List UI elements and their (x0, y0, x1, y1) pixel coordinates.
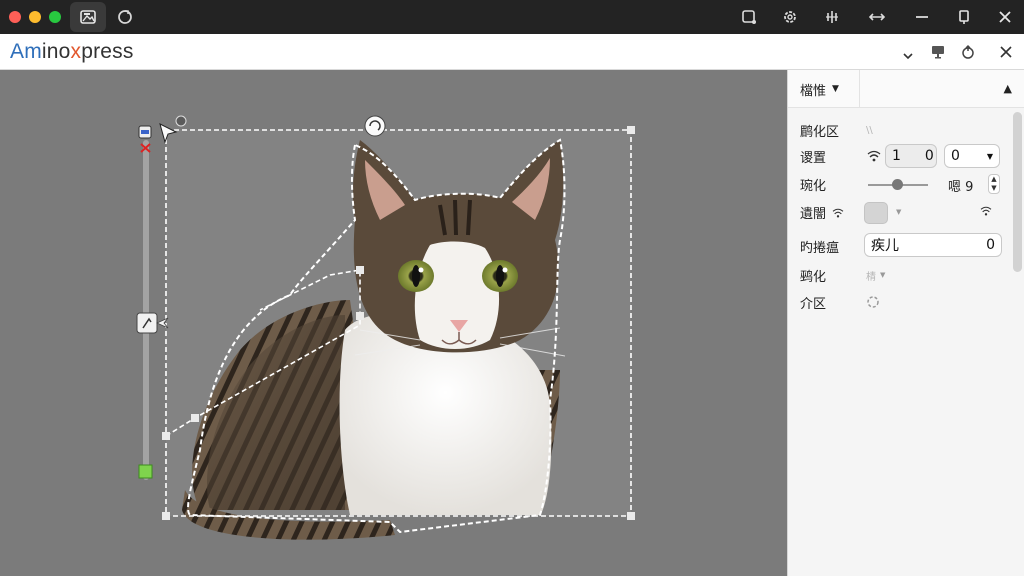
split-button[interactable] (821, 6, 843, 28)
cat-photo (136, 115, 635, 540)
property-label: 介区 (800, 296, 827, 312)
property-row: 谡置 (800, 144, 866, 168)
input-value: 0 (986, 237, 995, 253)
close-icon (999, 11, 1011, 23)
close-button[interactable] (994, 6, 1016, 28)
chevron-down-icon: ▼ (986, 151, 993, 161)
settings-button[interactable] (779, 6, 801, 28)
property-label: 琬化 (800, 178, 827, 194)
slider-value: 嗯 9 (948, 180, 974, 195)
property-label: 鹛化区 (800, 124, 840, 140)
resize-icon (868, 13, 886, 21)
panel-scrollbar[interactable] (1013, 112, 1022, 272)
numeric-input[interactable]: 1 0 (885, 144, 937, 168)
panel-close-button[interactable] (996, 42, 1016, 62)
minimize-button[interactable] (911, 6, 933, 28)
restore-icon (959, 10, 969, 24)
brand-part-a: Am (10, 40, 42, 63)
property-row: 介区 (800, 290, 880, 314)
spinner-icon[interactable] (866, 295, 880, 309)
chevron-down-icon (903, 53, 913, 60)
wifi-icon[interactable] (980, 206, 992, 216)
brand-part-d: press (81, 40, 134, 63)
value-select[interactable]: 0 ▼ (944, 144, 1000, 168)
title-bar (0, 0, 1024, 34)
panel-tab-label: 檔惟 (800, 83, 827, 99)
panel-tab-dropdown[interactable]: 檔惟 ▼ (788, 70, 860, 108)
resize-button[interactable] (866, 6, 888, 28)
tab-refresh[interactable] (107, 2, 143, 32)
crop-button[interactable] (738, 6, 760, 28)
color-swatch[interactable] (864, 202, 888, 224)
crop-icon (742, 10, 756, 24)
close-icon (1000, 46, 1012, 58)
properties-panel: 檔惟 ▼ ▲ 鹛化区 \\ 谡置 1 0 0 ▼ 琬化 嗯 9 ▲ ▼ 遺闇 ▼… (787, 70, 1024, 576)
brand-part-b: ino (41, 40, 71, 63)
input-text: 疾儿 (871, 238, 899, 254)
settings-icon (784, 11, 796, 23)
app-header: Aminoxpress (0, 34, 1024, 70)
property-hint: 棈 (866, 271, 876, 283)
restore-button[interactable] (953, 6, 975, 28)
caret-down-icon: ▼ (832, 84, 839, 94)
property-row: 旳捲瘟 (800, 234, 866, 258)
close-window-button[interactable] (9, 11, 21, 23)
property-row: 鹛化区 \\ (800, 118, 873, 142)
monitor-button[interactable] (928, 42, 948, 62)
share-button[interactable] (958, 42, 978, 62)
rotate-handle[interactable] (364, 115, 386, 137)
share-icon (962, 44, 974, 59)
chevron-down-icon: ▼ (880, 271, 886, 279)
property-label: 鹀化 (800, 269, 827, 285)
image-canvas[interactable] (0, 70, 787, 576)
property-row: 琬化 (800, 172, 866, 196)
slider-knob[interactable] (892, 179, 903, 190)
stepper[interactable]: ▲ ▼ (988, 174, 1000, 194)
select-value: 0 (951, 148, 960, 164)
vertical-slider[interactable] (136, 140, 169, 480)
lock-icon[interactable] (138, 125, 152, 153)
text-input[interactable]: 疾儿 0 (864, 233, 1002, 257)
numeric-value-b: 0 (924, 148, 934, 164)
image-edit-icon (80, 10, 96, 24)
property-hint: \\ (866, 124, 873, 136)
wifi-icon (867, 150, 881, 162)
brand-part-c: x (70, 40, 82, 63)
panel-header: 檔惟 ▼ ▲ (788, 70, 1024, 108)
monitor-icon (932, 46, 944, 59)
minimize-window-button[interactable] (29, 11, 41, 23)
split-icon (826, 11, 838, 23)
dropdown-button[interactable] (898, 46, 918, 66)
minimize-icon (916, 16, 928, 18)
collapse-icon[interactable]: ▲ (1004, 82, 1012, 95)
property-row: 鹀化 棈 ▼ (800, 263, 885, 287)
tab-image-edit[interactable] (70, 2, 106, 32)
refresh-icon (118, 10, 132, 24)
zoom-window-button[interactable] (49, 11, 61, 23)
swatch-chevron-icon: ▼ (896, 208, 902, 216)
app-window: Aminoxpress 檔惟 ▼ ▲ 鹛化区 \\ 谡置 1 0 0 ▼ 琬化 … (0, 0, 1024, 576)
wifi-icon (832, 208, 844, 218)
property-label: 谡置 (800, 150, 827, 166)
property-label: 旳捲瘟 (800, 240, 840, 256)
numeric-value-a: 1 (892, 148, 901, 164)
brand-logo: Aminoxpress (10, 40, 134, 64)
